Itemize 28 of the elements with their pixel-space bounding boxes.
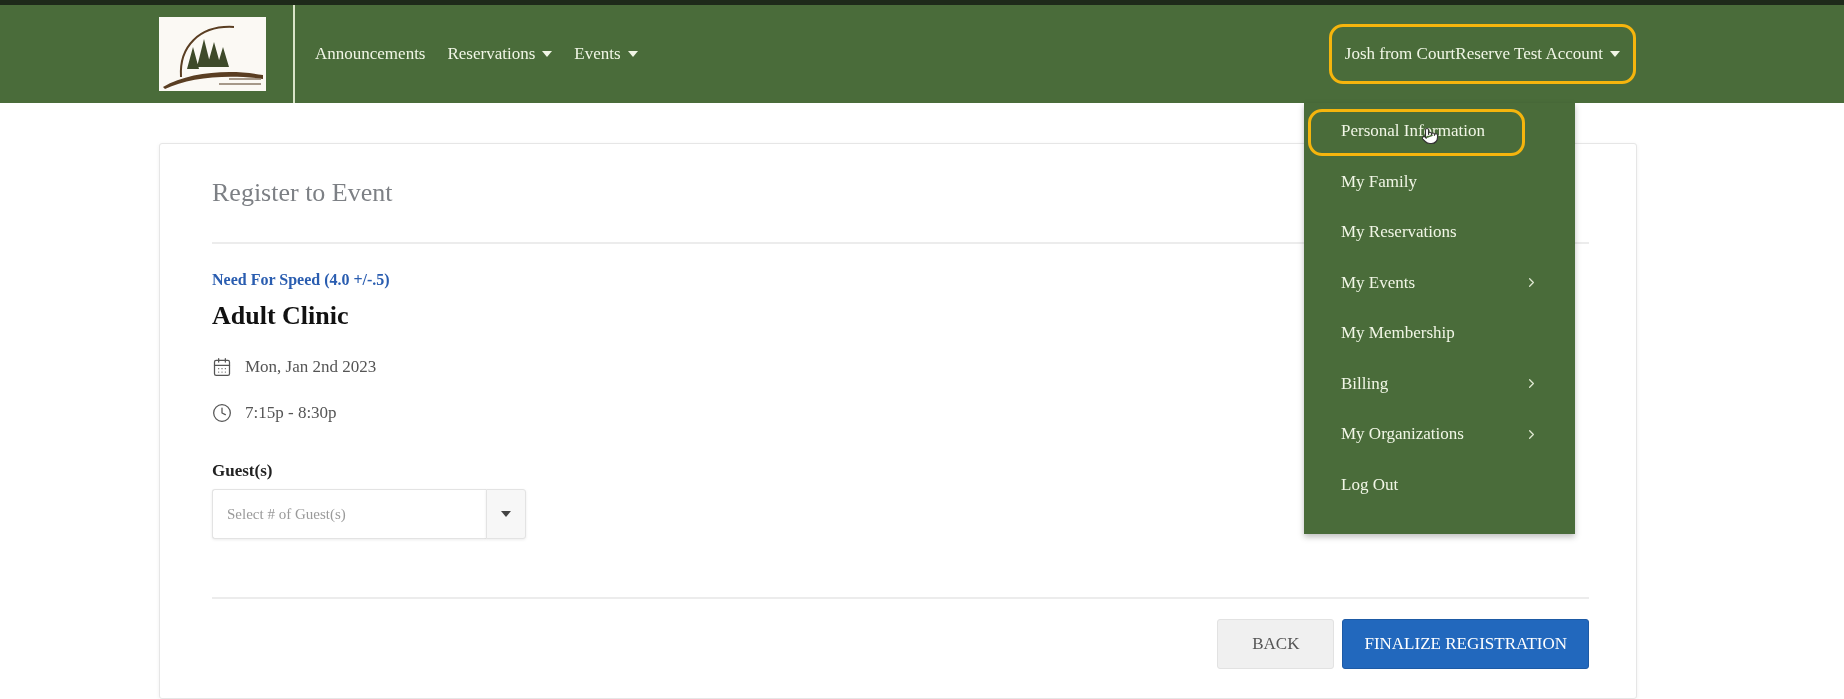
finalize-button[interactable]: FINALIZE REGISTRATION xyxy=(1342,619,1589,669)
account-menu-link[interactable]: Josh from CourtReserve Test Account xyxy=(1344,36,1620,72)
caret-icon xyxy=(627,51,638,57)
event-title: Adult Clinic xyxy=(212,301,349,331)
guests-select-field[interactable]: Select # of Guest(s) xyxy=(212,489,486,539)
event-time: 7:15p - 8:30p xyxy=(245,403,337,423)
calendar-icon xyxy=(212,357,232,377)
dropdown-toggle-button[interactable] xyxy=(486,489,526,539)
guests-label: Guest(s) xyxy=(212,461,273,481)
menu-item[interactable]: My Events xyxy=(1304,257,1575,308)
nav-link[interactable]: Reservations xyxy=(447,44,553,64)
menu-item[interactable]: My Organizations xyxy=(1304,409,1575,460)
park-district-logo[interactable] xyxy=(159,17,266,91)
program-name: Need For Speed (4.0 +/-.5) xyxy=(212,271,390,289)
menu-item[interactable]: Billing xyxy=(1304,358,1575,409)
back-button[interactable]: BACK xyxy=(1217,619,1335,669)
menu-item[interactable]: My Membership xyxy=(1304,308,1575,359)
menu-item[interactable]: My Reservations xyxy=(1304,207,1575,258)
caret-icon xyxy=(501,511,511,517)
menu-item[interactable]: My Family xyxy=(1304,156,1575,207)
caret-icon xyxy=(542,51,553,57)
nav-link[interactable]: Events xyxy=(574,44,638,64)
menu-item[interactable]: Personal Information xyxy=(1304,106,1575,157)
event-date: Mon, Jan 2nd 2023 xyxy=(245,357,377,377)
caret-icon xyxy=(1610,51,1620,57)
nav-link[interactable]: Announcements xyxy=(315,44,426,64)
clock-icon xyxy=(212,403,232,423)
menu-item[interactable]: Log Out xyxy=(1304,459,1575,510)
